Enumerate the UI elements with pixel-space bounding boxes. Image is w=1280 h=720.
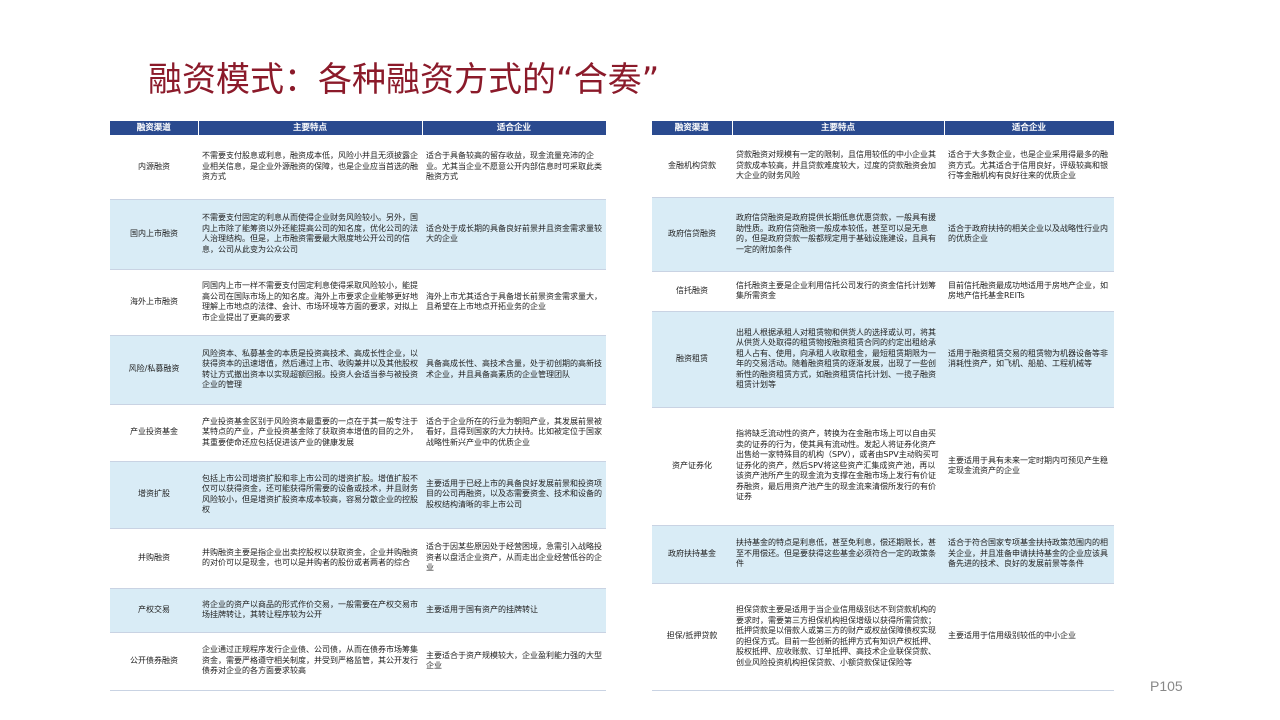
channel-cell: 产业投资基金 xyxy=(110,404,198,462)
table-row: 风险/私募融资 风险资本、私募基金的本质是投资高技术、高成长性企业，以获得资本的… xyxy=(110,335,606,405)
suitable-cell: 目前信托融资最成功地适用于房地产企业，如房地产信托基金REITs xyxy=(944,271,1114,312)
table-row: 国内上市融资 不需要支付固定的利息从而使得企业财务风险较小。另外，国内上市除了能… xyxy=(110,199,606,270)
header-suitable: 适合企业 xyxy=(422,121,607,135)
channel-cell: 增资扩股 xyxy=(110,461,198,529)
suitable-cell: 海外上市尤其适合于具备增长前景资金需求量大，且希望在上市地点开拓业务的企业 xyxy=(422,269,606,336)
features-cell: 不需要支付股息或利息，融资成本低，风险小并且无须披露企业相关信息，是企业外源融资… xyxy=(198,135,422,200)
channel-cell: 产权交易 xyxy=(110,588,198,633)
channel-cell: 内源融资 xyxy=(110,135,198,200)
table-header-row: 融资渠道 主要特点 适合企业 xyxy=(110,121,607,135)
suitable-cell: 适合于政府扶持的相关企业以及战略性行业内的优质企业 xyxy=(944,197,1114,272)
table-row: 政府扶持基金 扶持基金的特点是利息低，甚至免利息，偿还期限长，甚至不用偿还。但是… xyxy=(652,525,1114,584)
channel-cell: 公开债券融资 xyxy=(110,632,198,691)
table-row: 内源融资 不需要支付股息或利息，融资成本低，风险小并且无须披露企业相关信息，是企… xyxy=(110,135,606,200)
page-title: 融资模式：各种融资方式的“合奏” xyxy=(148,60,660,100)
channel-cell: 国内上市融资 xyxy=(110,199,198,270)
channel-cell: 资产证券化 xyxy=(652,407,732,526)
table-row: 信托融资 信托融资主要是企业利用信托公司发行的资金信托计划筹集所需资金 目前信托… xyxy=(652,271,1114,312)
features-cell: 贷款融资对规模有一定的限制，且信用较低的中小企业其贷款成本较高，并且贷款难度较大… xyxy=(732,135,944,198)
features-cell: 扶持基金的特点是利息低，甚至免利息，偿还期限长，甚至不用偿还。但是要获得这些基金… xyxy=(732,525,944,584)
suitable-cell: 适合于具备较高的留存收益，现金流量充沛的企业。尤其当企业不愿意公开内部信息时可采… xyxy=(422,135,606,200)
channel-cell: 金融机构贷款 xyxy=(652,135,732,198)
page-number: P105 xyxy=(1150,678,1183,694)
financing-table-right: 融资渠道 主要特点 适合企业 金融机构贷款 贷款融资对规模有一定的限制，且信用较… xyxy=(652,121,1115,691)
channel-cell: 担保/抵押贷款 xyxy=(652,583,732,691)
header-channel: 融资渠道 xyxy=(652,121,733,135)
table-header-row: 融资渠道 主要特点 适合企业 xyxy=(652,121,1115,135)
features-cell: 企业通过正规程序发行企业债、公司债，从而在债券市场筹集资金，需要严格遵守相关制度… xyxy=(198,632,422,691)
features-cell: 信托融资主要是企业利用信托公司发行的资金信托计划筹集所需资金 xyxy=(732,271,944,312)
suitable-cell: 主要适用于国有资产的挂牌转让 xyxy=(422,588,606,633)
suitable-cell: 适合处于成长期的具备良好前景并且资金需求量较大的企业 xyxy=(422,199,606,270)
table-row: 融资租赁 出租人根据承租人对租赁物和供货人的选择或认可，将其从供货人处取得的租赁… xyxy=(652,311,1114,408)
features-cell: 担保贷款主要是适用于当企业信用级别达不到贷款机构的要求时，需要第三方担保机构担保… xyxy=(732,583,944,691)
channel-cell: 信托融资 xyxy=(652,271,732,312)
header-features: 主要特点 xyxy=(198,121,423,135)
channel-cell: 政府扶持基金 xyxy=(652,525,732,584)
header-features: 主要特点 xyxy=(732,121,945,135)
channel-cell: 融资租赁 xyxy=(652,311,732,408)
channel-cell: 风险/私募融资 xyxy=(110,335,198,405)
channel-cell: 海外上市融资 xyxy=(110,269,198,336)
table-row: 并购融资 并购融资主要是指企业出卖控股权以获取资金，企业并购融资的对价可以是现金… xyxy=(110,528,606,589)
suitable-cell: 适用于融资租赁交易的租赁物为机器设备等非消耗性资产，如飞机、船舶、工程机械等 xyxy=(944,311,1114,408)
suitable-cell: 具备高成长性、高技术含量，处于初创期的高新技术企业，并且具备高素质的企业管理团队 xyxy=(422,335,606,405)
suitable-cell: 适合于企业所在的行业为朝阳产业，其发展前景被看好，且得到国家的大力扶持。比如被定… xyxy=(422,404,606,462)
features-cell: 产业投资基金区别于风险资本最重要的一点在于其一般专注于某特点的产业，产业投资基金… xyxy=(198,404,422,462)
suitable-cell: 主要适用于具有未来一定时期内可预见产生稳定现金流资产的企业 xyxy=(944,407,1114,526)
suitable-cell: 适合于因某些原因处于经营困境，急需引入战略投资者以盘活企业资产，从而走出企业经营… xyxy=(422,528,606,589)
table-row: 产权交易 将企业的资产以商品的形式作价交易，一般需要在产权交易市场挂牌转让，其转… xyxy=(110,588,606,633)
table-row: 增资扩股 包括上市公司增资扩股和非上市公司的增资扩股。增值扩股不仅可以获得资金，… xyxy=(110,461,606,529)
features-cell: 政府信贷融资是政府提供长期低息优惠贷款，一般具有援助性质。政府信贷融资一般成本较… xyxy=(732,197,944,272)
suitable-cell: 主要适合于资产规模较大，企业盈利能力强的大型企业 xyxy=(422,632,606,691)
table-row: 资产证券化 指将缺乏流动性的资产，转换为在金融市场上可以自由买卖的证券的行为，使… xyxy=(652,407,1114,526)
suitable-cell: 适合于符合国家专项基金扶持政策范围内的相关企业，并且准备申请扶持基金的企业应该具… xyxy=(944,525,1114,584)
financing-table-left: 融资渠道 主要特点 适合企业 内源融资 不需要支付股息或利息，融资成本低，风险小… xyxy=(110,121,607,691)
channel-cell: 并购融资 xyxy=(110,528,198,589)
features-cell: 包括上市公司增资扩股和非上市公司的增资扩股。增值扩股不仅可以获得资金，还可能获得… xyxy=(198,461,422,529)
features-cell: 同国内上市一样不需要支付固定利息使得采取风险较小，能提高公司在国际市场上的知名度… xyxy=(198,269,422,336)
table-row: 政府信贷融资 政府信贷融资是政府提供长期低息优惠贷款，一般具有援助性质。政府信贷… xyxy=(652,197,1114,272)
header-channel: 融资渠道 xyxy=(110,121,199,135)
suitable-cell: 适合于大多数企业，也是企业采用得最多的融资方式。尤其适合于信用良好，评级较高和银… xyxy=(944,135,1114,198)
channel-cell: 政府信贷融资 xyxy=(652,197,732,272)
suitable-cell: 主要适用于已经上市的具备良好发展前景和投资项目的公司再融资，以及态需要资金、技术… xyxy=(422,461,606,529)
header-suitable: 适合企业 xyxy=(944,121,1115,135)
suitable-cell: 主要适用于信用级别较低的中小企业 xyxy=(944,583,1114,691)
features-cell: 风险资本、私募基金的本质是投资高技术、高成长性企业，以获得资本的迅速增值，然后通… xyxy=(198,335,422,405)
features-cell: 并购融资主要是指企业出卖控股权以获取资金，企业并购融资的对价可以是现金，也可以是… xyxy=(198,528,422,589)
table-row: 产业投资基金 产业投资基金区别于风险资本最重要的一点在于其一般专注于某特点的产业… xyxy=(110,404,606,462)
features-cell: 出租人根据承租人对租赁物和供货人的选择或认可，将其从供货人处取得的租赁物按融资租… xyxy=(732,311,944,408)
features-cell: 不需要支付固定的利息从而使得企业财务风险较小。另外，国内上市除了能筹资以外还能提… xyxy=(198,199,422,270)
features-cell: 指将缺乏流动性的资产，转换为在金融市场上可以自由买卖的证券的行为，使其具有流动性… xyxy=(732,407,944,526)
table-row: 金融机构贷款 贷款融资对规模有一定的限制，且信用较低的中小企业其贷款成本较高，并… xyxy=(652,135,1114,198)
table-row: 海外上市融资 同国内上市一样不需要支付固定利息使得采取风险较小，能提高公司在国际… xyxy=(110,269,606,336)
table-row: 担保/抵押贷款 担保贷款主要是适用于当企业信用级别达不到贷款机构的要求时，需要第… xyxy=(652,583,1114,691)
features-cell: 将企业的资产以商品的形式作价交易，一般需要在产权交易市场挂牌转让，其转让程序较为… xyxy=(198,588,422,633)
table-row: 公开债券融资 企业通过正规程序发行企业债、公司债，从而在债券市场筹集资金，需要严… xyxy=(110,632,606,691)
